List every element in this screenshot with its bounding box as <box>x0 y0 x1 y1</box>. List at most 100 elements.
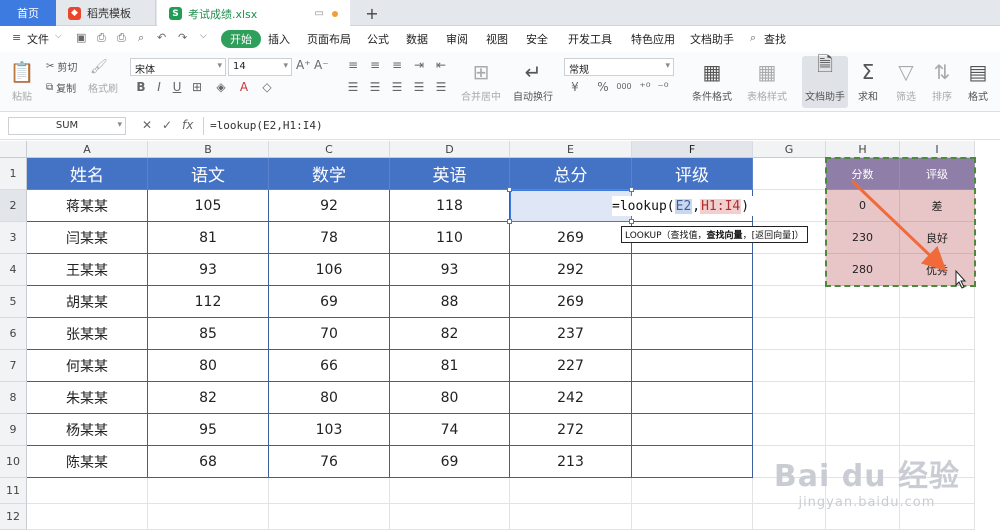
font-color-icon[interactable]: A <box>237 80 251 94</box>
align-left-icon[interactable]: ☰ <box>346 80 360 94</box>
table-cell-chinese[interactable]: 82 <box>148 382 269 414</box>
selection-handle[interactable] <box>629 187 634 192</box>
outdent-icon[interactable]: ⇤ <box>434 58 448 72</box>
print-icon[interactable]: ⎙ <box>117 31 126 45</box>
formula-input[interactable]: =lookup(E2,H1:I4) <box>203 117 1000 135</box>
undo-icon[interactable]: ↶ <box>157 31 166 44</box>
menu-review[interactable]: 审阅 <box>446 31 468 47</box>
doc-assistant-button[interactable]: 🗎 文档助手 <box>802 52 848 108</box>
table-cell-grade[interactable] <box>632 446 753 478</box>
table-header-english[interactable]: 英语 <box>390 158 510 190</box>
wrap-text-button[interactable]: ↵ 自动换行 <box>508 56 558 108</box>
menu-view[interactable]: 视图 <box>486 31 508 47</box>
column-header-g[interactable]: G <box>753 141 826 158</box>
empty-cell[interactable] <box>510 478 632 504</box>
table-cell-grade[interactable] <box>632 286 753 318</box>
table-cell-total[interactable]: 269 <box>510 286 632 318</box>
font-name-select[interactable]: 宋体 <box>130 58 226 76</box>
row-header-5[interactable]: 5 <box>0 286 27 318</box>
table-cell-name[interactable]: 蒋某某 <box>27 190 148 222</box>
empty-cell[interactable] <box>148 478 269 504</box>
hamburger-icon[interactable]: ≡ <box>12 31 21 44</box>
underline-icon[interactable]: U <box>170 80 184 94</box>
selection-handle[interactable] <box>507 219 512 224</box>
table-cell-name[interactable]: 何某某 <box>27 350 148 382</box>
empty-cell[interactable] <box>27 504 148 530</box>
in-cell-formula-editor[interactable]: =lookup( E2 , H1:I4 ) <box>612 196 754 216</box>
tab-document[interactable]: S 考试成绩.xlsx ▭ <box>157 0 350 27</box>
row-header-8[interactable]: 8 <box>0 382 27 414</box>
table-cell-english[interactable]: 93 <box>390 254 510 286</box>
currency-icon[interactable]: ¥ <box>568 80 582 94</box>
table-cell-name[interactable]: 胡某某 <box>27 286 148 318</box>
select-all-corner[interactable] <box>0 141 27 158</box>
empty-cell[interactable] <box>900 350 975 382</box>
empty-cell[interactable] <box>27 478 148 504</box>
table-cell-chinese[interactable]: 93 <box>148 254 269 286</box>
table-cell-name[interactable]: 王某某 <box>27 254 148 286</box>
row-header-10[interactable]: 10 <box>0 446 27 478</box>
empty-cell[interactable] <box>826 382 900 414</box>
merge-center-button[interactable]: ⊞ 合并居中 <box>456 56 506 108</box>
table-header-total[interactable]: 总分 <box>510 158 632 190</box>
table-cell-grade[interactable] <box>632 382 753 414</box>
menu-search[interactable]: 查找 <box>764 31 786 47</box>
table-cell-total[interactable]: 242 <box>510 382 632 414</box>
menu-page-layout[interactable]: 页面布局 <box>307 31 351 47</box>
number-format-select[interactable]: 常规 <box>564 58 674 76</box>
tab-home[interactable]: 首页 <box>0 0 56 26</box>
table-cell-total[interactable]: 227 <box>510 350 632 382</box>
empty-cell[interactable] <box>900 286 975 318</box>
empty-cell[interactable] <box>269 478 390 504</box>
decrease-decimal-icon[interactable]: ⁻⁰ <box>656 80 670 94</box>
column-header-a[interactable]: A <box>27 141 148 158</box>
empty-cell[interactable] <box>269 504 390 530</box>
table-cell-math[interactable]: 92 <box>269 190 390 222</box>
table-cell-math[interactable]: 103 <box>269 414 390 446</box>
row-header-3[interactable]: 3 <box>0 222 27 254</box>
table-cell-name[interactable]: 朱某某 <box>27 382 148 414</box>
new-tab-button[interactable]: + <box>362 0 382 26</box>
row-header-7[interactable]: 7 <box>0 350 27 382</box>
empty-cell[interactable] <box>900 414 975 446</box>
empty-cell[interactable] <box>753 414 826 446</box>
align-middle-icon[interactable]: ≡ <box>368 58 382 72</box>
row-header-1[interactable]: 1 <box>0 158 27 190</box>
table-cell-english[interactable]: 82 <box>390 318 510 350</box>
table-cell-chinese[interactable]: 68 <box>148 446 269 478</box>
table-cell-name[interactable]: 陈某某 <box>27 446 148 478</box>
fx-icon[interactable]: fx <box>182 118 193 132</box>
table-cell-english[interactable]: 88 <box>390 286 510 318</box>
percent-icon[interactable]: % <box>596 80 610 94</box>
table-cell-total[interactable]: 269 <box>510 222 632 254</box>
justify-icon[interactable]: ☰ <box>412 80 426 94</box>
table-cell-english[interactable]: 118 <box>390 190 510 222</box>
copy-button[interactable]: ⧉ 复制 <box>46 80 76 95</box>
table-style-button[interactable]: ▦ 表格样式 <box>740 56 794 108</box>
table-cell-english[interactable]: 110 <box>390 222 510 254</box>
paste-button[interactable]: 📋 粘贴 <box>4 56 40 108</box>
cut-button[interactable]: ✂ 剪切 <box>46 59 77 74</box>
empty-cell[interactable] <box>632 478 753 504</box>
table-cell-name[interactable]: 杨某某 <box>27 414 148 446</box>
format-button[interactable]: ▤ 格式 <box>960 56 996 108</box>
empty-cell[interactable] <box>753 318 826 350</box>
cancel-icon[interactable]: ✕ <box>142 118 152 132</box>
shrink-font-icon[interactable]: A⁻ <box>314 58 329 72</box>
table-header-grade[interactable]: 评级 <box>632 158 753 190</box>
menu-insert[interactable]: 插入 <box>268 31 290 47</box>
menu-file[interactable]: 文件 <box>27 31 49 47</box>
border-icon[interactable]: ⊞ <box>190 80 204 94</box>
fill-color-icon[interactable]: ◈ <box>214 80 228 94</box>
filter-button[interactable]: ▽ 筛选 <box>888 56 924 108</box>
row-header-2[interactable]: 2 <box>0 190 27 222</box>
grow-font-icon[interactable]: A⁺ <box>296 58 311 72</box>
column-header-b[interactable]: B <box>148 141 269 158</box>
clear-format-icon[interactable]: ◇ <box>260 80 274 94</box>
table-cell-english[interactable]: 74 <box>390 414 510 446</box>
search-icon[interactable]: ⌕ <box>750 31 756 45</box>
menu-doc-assistant[interactable]: 文档助手 <box>690 31 734 47</box>
row-header-11[interactable]: 11 <box>0 478 27 504</box>
quick-access-chevron-icon[interactable]: ⌵ <box>200 31 207 41</box>
align-top-icon[interactable]: ≡ <box>346 58 360 72</box>
